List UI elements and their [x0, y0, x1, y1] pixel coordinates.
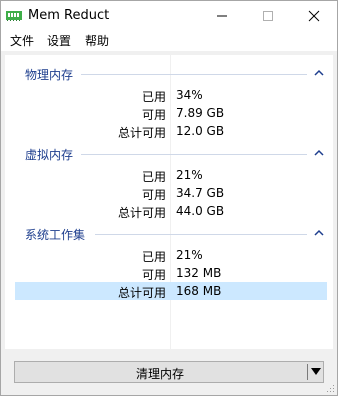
row-label: 可用 [141, 268, 166, 282]
maximize-icon [263, 11, 273, 21]
close-icon [308, 10, 320, 22]
table-row[interactable]: 已用 21% [15, 246, 327, 264]
table-row[interactable]: 总计可用 12.0 GB [15, 122, 327, 140]
row-value: 44.0 GB [176, 204, 225, 218]
row-value: 12.0 GB [176, 124, 225, 138]
table-row[interactable]: 可用 34.7 GB [15, 184, 327, 202]
chevron-up-icon[interactable] [314, 149, 324, 157]
row-label: 已用 [141, 90, 166, 104]
group-divider [81, 154, 307, 155]
window-title: Mem Reduct [28, 8, 110, 23]
row-label: 可用 [141, 188, 166, 202]
table-row[interactable]: 可用 132 MB [15, 264, 327, 282]
row-label: 可用 [141, 108, 166, 122]
menu-bar: 文件 设置 帮助 [1, 31, 337, 51]
memory-list[interactable]: 物理内存 已用 34% 可用 7.89 GB 总计可用 12.0 GB 虚拟内存 [5, 55, 333, 349]
menu-settings[interactable]: 设置 [47, 32, 71, 49]
row-label: 总计可用 [117, 286, 166, 300]
split-separator [307, 364, 308, 380]
chevron-up-icon[interactable] [314, 229, 324, 237]
maximize-button[interactable] [245, 1, 291, 31]
table-row[interactable]: 可用 7.89 GB [15, 104, 327, 122]
row-label: 总计可用 [117, 206, 166, 220]
row-label: 总计可用 [117, 126, 166, 140]
resize-grip-icon[interactable] [325, 383, 335, 393]
group-virtual-memory[interactable]: 虚拟内存 [5, 145, 333, 163]
group-physical-memory[interactable]: 物理内存 [5, 65, 333, 83]
row-value: 34.7 GB [176, 186, 225, 200]
row-value: 132 MB [176, 266, 222, 280]
table-row[interactable]: 已用 34% [15, 86, 327, 104]
table-row[interactable]: 总计可用 44.0 GB [15, 202, 327, 220]
minimize-icon [217, 15, 227, 17]
row-value: 21% [176, 248, 203, 262]
group-title: 虚拟内存 [25, 148, 74, 162]
memory-chip-icon [6, 11, 22, 21]
title-bar[interactable]: Mem Reduct [1, 1, 337, 31]
triangle-down-icon[interactable] [311, 368, 321, 376]
row-label: 已用 [141, 170, 166, 184]
row-value: 168 MB [176, 284, 222, 298]
group-divider [81, 74, 307, 75]
row-label: 已用 [141, 250, 166, 264]
row-value: 21% [176, 168, 203, 182]
menu-help[interactable]: 帮助 [85, 32, 109, 49]
table-row-selected[interactable]: 总计可用 168 MB [15, 282, 327, 300]
menu-file[interactable]: 文件 [10, 32, 34, 49]
row-value: 7.89 GB [176, 106, 225, 120]
group-title: 物理内存 [25, 68, 74, 82]
clean-memory-button[interactable]: 清理内存 [14, 361, 324, 383]
clean-memory-label: 清理内存 [135, 367, 184, 381]
table-row[interactable]: 已用 21% [15, 166, 327, 184]
minimize-button[interactable] [199, 1, 245, 31]
close-button[interactable] [291, 1, 337, 31]
group-title: 系统工作集 [25, 228, 86, 242]
chevron-up-icon[interactable] [314, 69, 324, 77]
group-system-working-set[interactable]: 系统工作集 [5, 225, 333, 243]
main-window: Mem Reduct 文件 设置 帮助 物理内存 已用 34% 可用 7.89 … [0, 0, 338, 396]
row-value: 34% [176, 88, 203, 102]
bottom-bar: 清理内存 [1, 349, 337, 395]
group-divider [95, 234, 307, 235]
